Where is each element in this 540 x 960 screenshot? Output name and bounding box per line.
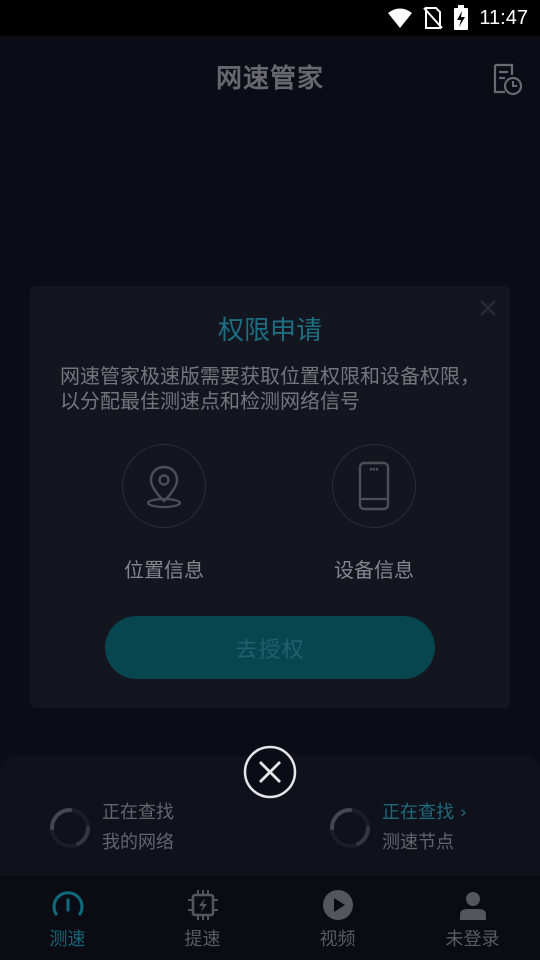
dialog-description: 网速管家极速版需要获取位置权限和设备权限，以分配最佳测速点和检测网络信号 bbox=[60, 364, 480, 413]
nav-item-speedtest[interactable]: 测速 bbox=[0, 876, 135, 960]
loading-spinner-icon bbox=[50, 808, 90, 848]
chevron-right-icon: › bbox=[459, 802, 467, 823]
location-pin-icon bbox=[146, 465, 182, 509]
bottom-nav: 测速 提速 视频 未登录 bbox=[0, 876, 540, 960]
loading-spinner-icon bbox=[330, 808, 370, 848]
speedometer-icon bbox=[51, 891, 84, 916]
nav-label-account: 未登录 bbox=[445, 929, 500, 950]
page-title: 网速管家 bbox=[215, 64, 324, 94]
permission-location-circle bbox=[122, 444, 206, 528]
nav-label-boost: 提速 bbox=[184, 929, 221, 950]
permission-location: 位置信息 bbox=[94, 444, 234, 583]
permission-device: 设备信息 bbox=[304, 444, 444, 583]
permission-device-label: 设备信息 bbox=[334, 558, 414, 582]
permission-device-circle bbox=[332, 444, 416, 528]
dialog-title: 权限申请 bbox=[217, 316, 322, 346]
app-header: 网速管家 bbox=[0, 36, 540, 120]
finding-network-status: 正在查找 bbox=[102, 802, 174, 823]
status-icons: 11:47 bbox=[387, 5, 528, 31]
status-time: 11:47 bbox=[479, 6, 528, 29]
battery-charging-icon bbox=[454, 5, 469, 30]
close-circle-icon bbox=[243, 745, 297, 799]
permission-dialog: 权限申请 网速管家极速版需要获取位置权限和设备权限，以分配最佳测速点和检测网络信… bbox=[30, 286, 510, 708]
history-report-icon bbox=[493, 63, 523, 96]
status-bar: 11:47 bbox=[0, 0, 540, 36]
history-button[interactable] bbox=[490, 62, 524, 96]
no-sim-icon bbox=[423, 7, 444, 29]
nav-item-video[interactable]: 视频 bbox=[270, 876, 405, 960]
finding-node[interactable]: 正在查找 › 测速节点 bbox=[328, 798, 467, 858]
nav-label-speedtest: 测速 bbox=[49, 929, 86, 950]
user-icon bbox=[459, 892, 486, 920]
finding-network-text: 正在查找 我的网络 bbox=[102, 798, 174, 858]
nav-label-video: 视频 bbox=[319, 929, 356, 950]
phone-device-icon bbox=[358, 461, 390, 511]
finding-network-label: 我的网络 bbox=[102, 832, 174, 853]
nav-item-account[interactable]: 未登录 bbox=[405, 876, 540, 960]
permission-location-label: 位置信息 bbox=[124, 558, 204, 582]
wifi-icon bbox=[388, 8, 413, 28]
nav-item-boost[interactable]: 提速 bbox=[135, 876, 270, 960]
finding-node-label: 测速节点 bbox=[382, 832, 454, 853]
finding-node-status-text: 正在查找 bbox=[382, 802, 454, 823]
finding-node-text: 正在查找 › 测速节点 bbox=[382, 798, 467, 858]
finding-node-status: 正在查找 › bbox=[382, 798, 467, 828]
finding-network: 正在查找 我的网络 bbox=[48, 798, 174, 858]
overlay-close-button[interactable] bbox=[243, 745, 297, 799]
boost-chip-icon bbox=[187, 890, 218, 920]
play-icon bbox=[322, 890, 353, 920]
authorize-button[interactable]: 去授权 bbox=[105, 616, 435, 679]
